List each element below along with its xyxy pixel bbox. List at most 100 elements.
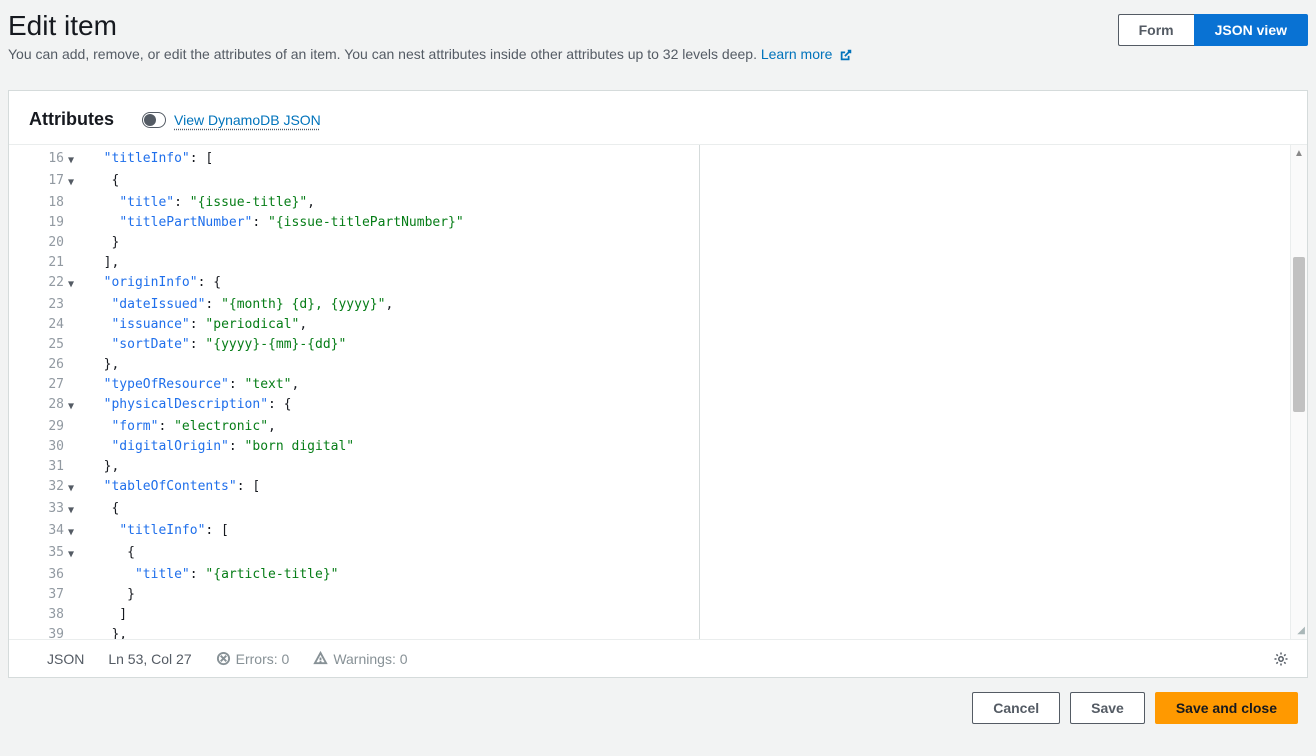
code-content[interactable]: "form": "electronic", bbox=[78, 417, 276, 437]
code-line[interactable]: 17▼ { bbox=[9, 171, 699, 193]
save-button[interactable]: Save bbox=[1070, 692, 1145, 724]
line-number: 31 bbox=[9, 457, 64, 477]
status-warnings-text: Warnings: 0 bbox=[333, 651, 407, 667]
code-line[interactable]: 33▼ { bbox=[9, 499, 699, 521]
code-content[interactable]: }, bbox=[78, 625, 127, 639]
fold-toggle-icon bbox=[64, 457, 78, 477]
status-cursor: Ln 53, Col 27 bbox=[108, 651, 191, 667]
learn-more-link[interactable]: Learn more bbox=[761, 46, 853, 62]
code-content[interactable]: "typeOfResource": "text", bbox=[78, 375, 299, 395]
fold-toggle-icon bbox=[64, 193, 78, 213]
fold-toggle-icon[interactable]: ▼ bbox=[64, 477, 78, 499]
line-number: 39 bbox=[9, 625, 64, 639]
line-number: 24 bbox=[9, 315, 64, 335]
code-content[interactable]: "tableOfContents": [ bbox=[78, 477, 260, 499]
fold-toggle-icon bbox=[64, 315, 78, 335]
code-line[interactable]: 18 "title": "{issue-title}", bbox=[9, 193, 699, 213]
code-content[interactable]: "titleInfo": [ bbox=[78, 521, 229, 543]
status-errors: Errors: 0 bbox=[216, 651, 290, 667]
code-content[interactable]: "digitalOrigin": "born digital" bbox=[78, 437, 354, 457]
code-content[interactable]: "sortDate": "{yyyy}-{mm}-{dd}" bbox=[78, 335, 346, 355]
dynamodb-json-toggle[interactable] bbox=[142, 112, 166, 128]
resize-handle-icon[interactable]: ◢ bbox=[1293, 625, 1307, 639]
code-line[interactable]: 28▼ "physicalDescription": { bbox=[9, 395, 699, 417]
fold-toggle-icon bbox=[64, 375, 78, 395]
code-content[interactable]: "issuance": "periodical", bbox=[78, 315, 307, 335]
code-line[interactable]: 37 } bbox=[9, 585, 699, 605]
editor-divider bbox=[699, 145, 700, 639]
scroll-up-icon[interactable]: ▲ bbox=[1291, 145, 1307, 162]
code-line[interactable]: 38 ] bbox=[9, 605, 699, 625]
line-number: 32 bbox=[9, 477, 64, 499]
code-line[interactable]: 27 "typeOfResource": "text", bbox=[9, 375, 699, 395]
fold-toggle-icon[interactable]: ▼ bbox=[64, 171, 78, 193]
scrollbar[interactable]: ▲ bbox=[1290, 145, 1307, 639]
form-view-button[interactable]: Form bbox=[1118, 14, 1194, 46]
code-line[interactable]: 24 "issuance": "periodical", bbox=[9, 315, 699, 335]
line-number: 21 bbox=[9, 253, 64, 273]
fold-toggle-icon[interactable]: ▼ bbox=[64, 273, 78, 295]
status-bar: JSON Ln 53, Col 27 Errors: 0 Warnings: 0 bbox=[9, 639, 1307, 677]
code-content[interactable]: { bbox=[78, 499, 119, 521]
line-number: 28 bbox=[9, 395, 64, 417]
code-line[interactable]: 20 } bbox=[9, 233, 699, 253]
code-line[interactable]: 21 ], bbox=[9, 253, 699, 273]
code-line[interactable]: 26 }, bbox=[9, 355, 699, 375]
fold-toggle-icon bbox=[64, 625, 78, 639]
code-line[interactable]: 31 }, bbox=[9, 457, 699, 477]
code-line[interactable]: 22▼ "originInfo": { bbox=[9, 273, 699, 295]
status-language: JSON bbox=[47, 651, 84, 667]
cancel-button[interactable]: Cancel bbox=[972, 692, 1060, 724]
code-content[interactable]: } bbox=[78, 585, 135, 605]
code-line[interactable]: 30 "digitalOrigin": "born digital" bbox=[9, 437, 699, 457]
code-line[interactable]: 23 "dateIssued": "{month} {d}, {yyyy}", bbox=[9, 295, 699, 315]
fold-toggle-icon[interactable]: ▼ bbox=[64, 521, 78, 543]
code-content[interactable]: "originInfo": { bbox=[78, 273, 221, 295]
line-number: 27 bbox=[9, 375, 64, 395]
code-line[interactable]: 25 "sortDate": "{yyyy}-{mm}-{dd}" bbox=[9, 335, 699, 355]
fold-toggle-icon bbox=[64, 355, 78, 375]
line-number: 33 bbox=[9, 499, 64, 521]
dynamodb-json-label[interactable]: View DynamoDB JSON bbox=[174, 112, 321, 128]
line-number: 34 bbox=[9, 521, 64, 543]
code-content[interactable]: } bbox=[78, 233, 119, 253]
code-line[interactable]: 19 "titlePartNumber": "{issue-titlePartN… bbox=[9, 213, 699, 233]
json-view-button[interactable]: JSON view bbox=[1194, 14, 1308, 46]
line-number: 23 bbox=[9, 295, 64, 315]
code-content[interactable]: "title": "{article-title}" bbox=[78, 565, 338, 585]
code-line[interactable]: 16▼ "titleInfo": [ bbox=[9, 149, 699, 171]
code-line[interactable]: 34▼ "titleInfo": [ bbox=[9, 521, 699, 543]
line-number: 36 bbox=[9, 565, 64, 585]
fold-toggle-icon bbox=[64, 417, 78, 437]
code-editor[interactable]: 16▼ "titleInfo": [17▼ {18 "title": "{iss… bbox=[9, 144, 1307, 639]
code-content[interactable]: ], bbox=[78, 253, 119, 273]
code-content[interactable]: "dateIssued": "{month} {d}, {yyyy}", bbox=[78, 295, 393, 315]
line-number: 37 bbox=[9, 585, 64, 605]
code-content[interactable]: }, bbox=[78, 355, 119, 375]
code-line[interactable]: 35▼ { bbox=[9, 543, 699, 565]
editor-settings-button[interactable] bbox=[1267, 645, 1295, 673]
fold-toggle-icon[interactable]: ▼ bbox=[64, 499, 78, 521]
fold-toggle-icon bbox=[64, 253, 78, 273]
save-and-close-button[interactable]: Save and close bbox=[1155, 692, 1298, 724]
code-content[interactable]: "title": "{issue-title}", bbox=[78, 193, 315, 213]
code-content[interactable]: "physicalDescription": { bbox=[78, 395, 292, 417]
code-content[interactable]: ] bbox=[78, 605, 127, 625]
line-number: 30 bbox=[9, 437, 64, 457]
code-line[interactable]: 29 "form": "electronic", bbox=[9, 417, 699, 437]
scroll-thumb[interactable] bbox=[1293, 257, 1305, 412]
status-errors-text: Errors: 0 bbox=[236, 651, 290, 667]
code-content[interactable]: }, bbox=[78, 457, 119, 477]
code-content[interactable]: { bbox=[78, 543, 135, 565]
fold-toggle-icon[interactable]: ▼ bbox=[64, 543, 78, 565]
code-line[interactable]: 32▼ "tableOfContents": [ bbox=[9, 477, 699, 499]
fold-toggle-icon[interactable]: ▼ bbox=[64, 395, 78, 417]
code-content[interactable]: "titlePartNumber": "{issue-titlePartNumb… bbox=[78, 213, 464, 233]
panel-title: Attributes bbox=[29, 109, 114, 130]
code-content[interactable]: { bbox=[78, 171, 119, 193]
fold-toggle-icon[interactable]: ▼ bbox=[64, 149, 78, 171]
code-content[interactable]: "titleInfo": [ bbox=[78, 149, 213, 171]
attributes-panel: Attributes View DynamoDB JSON 16▼ "title… bbox=[8, 90, 1308, 678]
code-line[interactable]: 36 "title": "{article-title}" bbox=[9, 565, 699, 585]
code-line[interactable]: 39 }, bbox=[9, 625, 699, 639]
